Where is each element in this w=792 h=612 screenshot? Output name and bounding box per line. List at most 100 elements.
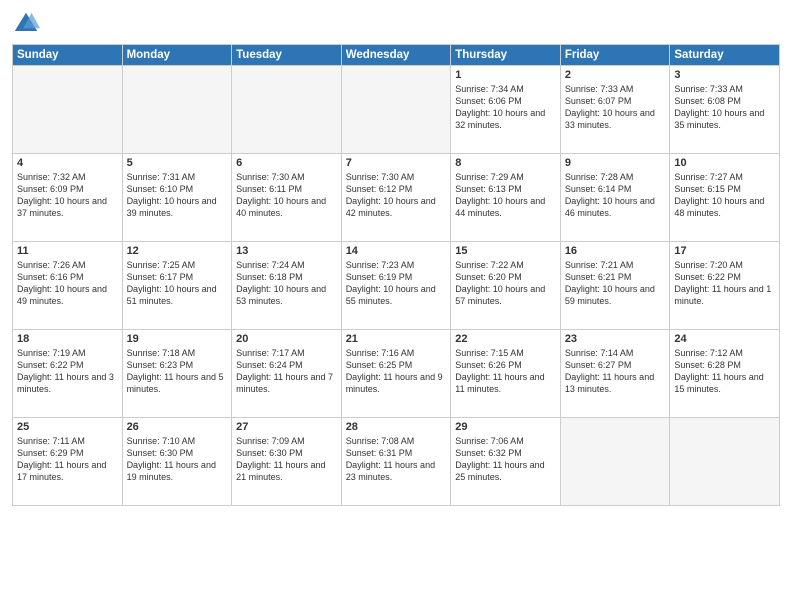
calendar-week-4: 18 Sunrise: 7:19 AM Sunset: 6:22 PM Dayli… [13, 330, 780, 418]
calendar-cell: 29 Sunrise: 7:06 AM Sunset: 6:32 PM Dayli… [451, 418, 561, 506]
day-info: Sunrise: 7:31 AM Sunset: 6:10 PM Dayligh… [127, 171, 228, 220]
day-number: 21 [346, 333, 447, 345]
calendar-cell: 17Sunrise: 7:20 AM Sunset: 6:22 PM Dayli… [670, 242, 780, 330]
day-info: Sunrise: 7:32 AM Sunset: 6:09 PM Dayligh… [17, 171, 118, 220]
calendar-cell: 13 Sunrise: 7:24 AM Sunset: 6:18 PM Dayli… [232, 242, 342, 330]
day-info: Sunrise: 7:33 AM Sunset: 6:08 PM Dayligh… [674, 83, 775, 132]
day-number: 7 [346, 157, 447, 169]
calendar-cell: 26 Sunrise: 7:10 AM Sunset: 6:30 PM Dayli… [122, 418, 232, 506]
calendar-cell: 4 Sunrise: 7:32 AM Sunset: 6:09 PM Daylig… [13, 154, 123, 242]
calendar-header-sunday: Sunday [13, 45, 123, 66]
day-info: Sunrise: 7:34 AM Sunset: 6:06 PM Dayligh… [455, 83, 556, 132]
calendar-week-1: 1 Sunrise: 7:34 AM Sunset: 6:06 PM Daylig… [13, 66, 780, 154]
calendar-cell: 14 Sunrise: 7:23 AM Sunset: 6:19 PM Dayli… [341, 242, 451, 330]
day-number: 12 [127, 245, 228, 257]
day-number: 8 [455, 157, 556, 169]
logo-icon [12, 10, 40, 38]
day-number: 16 [565, 245, 666, 257]
day-info: Sunrise: 7:18 AM Sunset: 6:23 PM Dayligh… [127, 347, 228, 396]
calendar-cell: 7 Sunrise: 7:30 AM Sunset: 6:12 PM Daylig… [341, 154, 451, 242]
day-info: Sunrise: 7:24 AM Sunset: 6:18 PM Dayligh… [236, 259, 337, 308]
day-number: 20 [236, 333, 337, 345]
calendar-cell: 28 Sunrise: 7:08 AM Sunset: 6:31 PM Dayli… [341, 418, 451, 506]
calendar-header-wednesday: Wednesday [341, 45, 451, 66]
calendar-cell: 6 Sunrise: 7:30 AM Sunset: 6:11 PM Daylig… [232, 154, 342, 242]
calendar-cell: 10 Sunrise: 7:27 AM Sunset: 6:15 PM Dayli… [670, 154, 780, 242]
calendar-cell: 19 Sunrise: 7:18 AM Sunset: 6:23 PM Dayli… [122, 330, 232, 418]
day-info: Sunrise: 7:14 AM Sunset: 6:27 PM Dayligh… [565, 347, 666, 396]
calendar-week-2: 4 Sunrise: 7:32 AM Sunset: 6:09 PM Daylig… [13, 154, 780, 242]
day-info: Sunrise: 7:15 AM Sunset: 6:26 PM Dayligh… [455, 347, 556, 396]
calendar-header-saturday: Saturday [670, 45, 780, 66]
day-info: Sunrise: 7:16 AM Sunset: 6:25 PM Dayligh… [346, 347, 447, 396]
day-info: Sunrise: 7:06 AM Sunset: 6:32 PM Dayligh… [455, 435, 556, 484]
day-info: Sunrise: 7:30 AM Sunset: 6:11 PM Dayligh… [236, 171, 337, 220]
calendar-cell: 11Sunrise: 7:26 AM Sunset: 6:16 PM Dayli… [13, 242, 123, 330]
day-info: Sunrise: 7:08 AM Sunset: 6:31 PM Dayligh… [346, 435, 447, 484]
calendar-header-thursday: Thursday [451, 45, 561, 66]
calendar-header-row: SundayMondayTuesdayWednesdayThursdayFrid… [13, 45, 780, 66]
day-number: 14 [346, 245, 447, 257]
calendar-header-tuesday: Tuesday [232, 45, 342, 66]
calendar-cell: 5 Sunrise: 7:31 AM Sunset: 6:10 PM Daylig… [122, 154, 232, 242]
calendar-cell: 12 Sunrise: 7:25 AM Sunset: 6:17 PM Dayli… [122, 242, 232, 330]
calendar-cell: 2 Sunrise: 7:33 AM Sunset: 6:07 PM Daylig… [560, 66, 670, 154]
calendar-cell [560, 418, 670, 506]
day-number: 25 [17, 421, 118, 433]
calendar-cell: 24Sunrise: 7:12 AM Sunset: 6:28 PM Dayli… [670, 330, 780, 418]
calendar-cell: 1 Sunrise: 7:34 AM Sunset: 6:06 PM Daylig… [451, 66, 561, 154]
day-info: Sunrise: 7:26 AM Sunset: 6:16 PM Dayligh… [17, 259, 118, 308]
day-number: 6 [236, 157, 337, 169]
calendar-cell [122, 66, 232, 154]
header [12, 10, 780, 38]
day-number: 1 [455, 69, 556, 81]
calendar-cell: 25 Sunrise: 7:11 AM Sunset: 6:29 PM Dayli… [13, 418, 123, 506]
day-number: 9 [565, 157, 666, 169]
day-number: 4 [17, 157, 118, 169]
day-info: Sunrise: 7:17 AM Sunset: 6:24 PM Dayligh… [236, 347, 337, 396]
day-number: 18 [17, 333, 118, 345]
calendar: SundayMondayTuesdayWednesdayThursdayFrid… [12, 44, 780, 506]
day-info: Sunrise: 7:33 AM Sunset: 6:07 PM Dayligh… [565, 83, 666, 132]
day-number: 26 [127, 421, 228, 433]
day-info: Sunrise: 7:19 AM Sunset: 6:22 PM Dayligh… [17, 347, 118, 396]
day-info: Sunrise: 7:30 AM Sunset: 6:12 PM Dayligh… [346, 171, 447, 220]
calendar-week-5: 25 Sunrise: 7:11 AM Sunset: 6:29 PM Dayli… [13, 418, 780, 506]
day-info: Sunrise: 7:28 AM Sunset: 6:14 PM Dayligh… [565, 171, 666, 220]
day-number: 28 [346, 421, 447, 433]
day-number: 19 [127, 333, 228, 345]
day-number: 13 [236, 245, 337, 257]
calendar-cell: 8 Sunrise: 7:29 AM Sunset: 6:13 PM Daylig… [451, 154, 561, 242]
calendar-week-3: 11Sunrise: 7:26 AM Sunset: 6:16 PM Dayli… [13, 242, 780, 330]
day-info: Sunrise: 7:29 AM Sunset: 6:13 PM Dayligh… [455, 171, 556, 220]
calendar-cell: 20 Sunrise: 7:17 AM Sunset: 6:24 PM Dayli… [232, 330, 342, 418]
day-info: Sunrise: 7:22 AM Sunset: 6:20 PM Dayligh… [455, 259, 556, 308]
day-info: Sunrise: 7:23 AM Sunset: 6:19 PM Dayligh… [346, 259, 447, 308]
day-info: Sunrise: 7:27 AM Sunset: 6:15 PM Dayligh… [674, 171, 775, 220]
day-info: Sunrise: 7:11 AM Sunset: 6:29 PM Dayligh… [17, 435, 118, 484]
day-number: 10 [674, 157, 775, 169]
calendar-header-friday: Friday [560, 45, 670, 66]
calendar-cell: 18 Sunrise: 7:19 AM Sunset: 6:22 PM Dayli… [13, 330, 123, 418]
logo [12, 10, 44, 38]
day-number: 17 [674, 245, 775, 257]
day-number: 15 [455, 245, 556, 257]
day-info: Sunrise: 7:25 AM Sunset: 6:17 PM Dayligh… [127, 259, 228, 308]
calendar-cell: 15 Sunrise: 7:22 AM Sunset: 6:20 PM Dayli… [451, 242, 561, 330]
calendar-cell: 21 Sunrise: 7:16 AM Sunset: 6:25 PM Dayli… [341, 330, 451, 418]
day-info: Sunrise: 7:12 AM Sunset: 6:28 PM Dayligh… [674, 347, 775, 396]
calendar-header-monday: Monday [122, 45, 232, 66]
calendar-cell: 9 Sunrise: 7:28 AM Sunset: 6:14 PM Daylig… [560, 154, 670, 242]
calendar-cell [341, 66, 451, 154]
day-number: 23 [565, 333, 666, 345]
calendar-cell: 23 Sunrise: 7:14 AM Sunset: 6:27 PM Dayli… [560, 330, 670, 418]
calendar-cell: 22 Sunrise: 7:15 AM Sunset: 6:26 PM Dayli… [451, 330, 561, 418]
calendar-cell [13, 66, 123, 154]
day-number: 5 [127, 157, 228, 169]
day-info: Sunrise: 7:10 AM Sunset: 6:30 PM Dayligh… [127, 435, 228, 484]
day-number: 22 [455, 333, 556, 345]
day-number: 2 [565, 69, 666, 81]
day-number: 27 [236, 421, 337, 433]
day-info: Sunrise: 7:21 AM Sunset: 6:21 PM Dayligh… [565, 259, 666, 308]
day-number: 29 [455, 421, 556, 433]
